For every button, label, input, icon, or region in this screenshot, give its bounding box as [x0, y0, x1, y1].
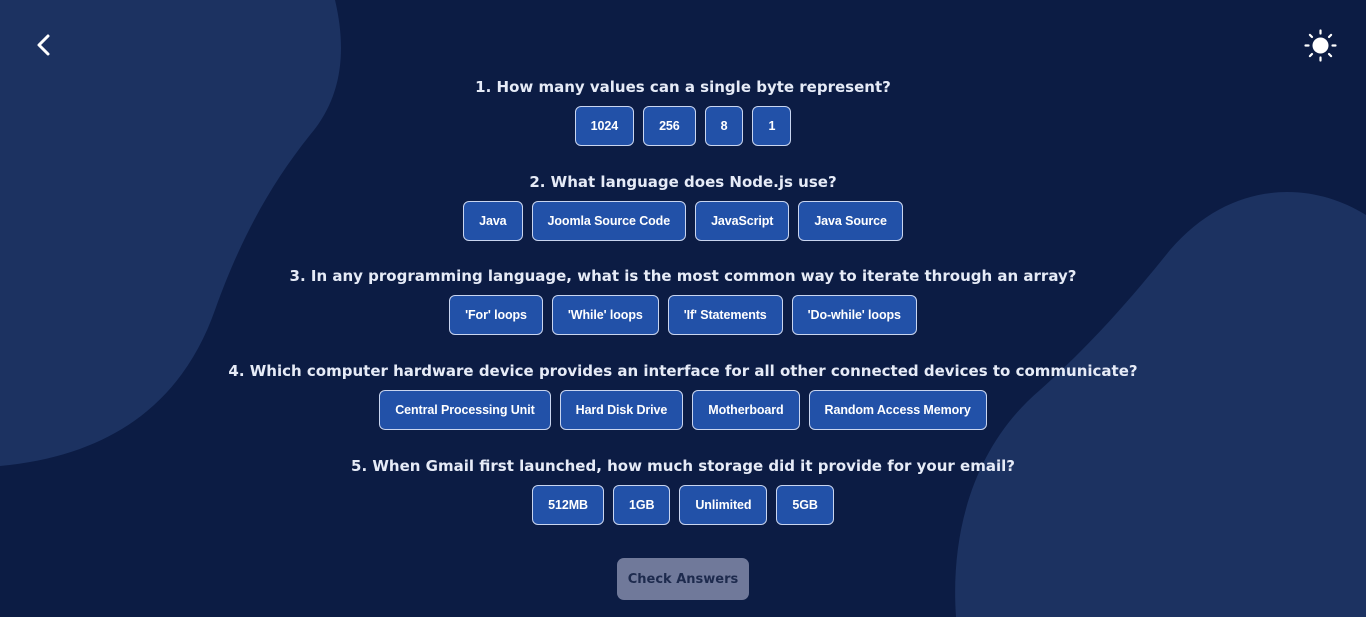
answer-option[interactable]: JavaScript: [695, 201, 790, 241]
answer-options: 'For' loops 'While' loops 'If' Statement…: [0, 295, 1366, 335]
answer-option[interactable]: 'While' loops: [551, 295, 659, 335]
question-text: 1. How many values can a single byte rep…: [475, 78, 891, 96]
answer-option[interactable]: Java Source: [798, 201, 903, 241]
answer-option[interactable]: Unlimited: [679, 485, 768, 525]
answer-option[interactable]: Java: [463, 201, 523, 241]
answer-option[interactable]: 1: [752, 106, 792, 146]
answer-option[interactable]: 1024: [574, 106, 635, 146]
question-text: 2. What language does Node.js use?: [529, 173, 837, 191]
answer-option[interactable]: Motherboard: [692, 390, 800, 430]
answer-option[interactable]: 5GB: [776, 485, 834, 525]
answer-option[interactable]: Random Access Memory: [808, 390, 987, 430]
answer-option[interactable]: 'Do-while' loops: [791, 295, 917, 335]
answer-option[interactable]: 'If' Statements: [667, 295, 783, 335]
answer-option[interactable]: Hard Disk Drive: [559, 390, 684, 430]
question-text: 3. In any programming language, what is …: [289, 267, 1077, 285]
check-answers-button[interactable]: Check Answers: [617, 558, 749, 600]
theme-toggle-button[interactable]: [1304, 29, 1337, 62]
answer-option[interactable]: Central Processing Unit: [379, 390, 551, 430]
answer-option[interactable]: Joomla Source Code: [531, 201, 687, 241]
answer-option[interactable]: 8: [704, 106, 744, 146]
question-text: 5. When Gmail first launched, how much s…: [351, 457, 1015, 475]
answer-option[interactable]: 'For' loops: [449, 295, 543, 335]
answer-option[interactable]: 256: [643, 106, 696, 146]
sun-icon: [1304, 29, 1337, 62]
answer-options: 512MB 1GB Unlimited 5GB: [0, 485, 1366, 525]
chevron-left-icon: [37, 34, 50, 56]
answer-option[interactable]: 512MB: [532, 485, 604, 525]
answer-options: Java Joomla Source Code JavaScript Java …: [0, 201, 1366, 241]
answer-option[interactable]: 1GB: [612, 485, 671, 525]
answer-options: Central Processing Unit Hard Disk Drive …: [0, 390, 1366, 430]
question-text: 4. Which computer hardware device provid…: [228, 362, 1138, 380]
back-button[interactable]: [30, 30, 60, 60]
answer-options: 1024 256 8 1: [0, 106, 1366, 146]
